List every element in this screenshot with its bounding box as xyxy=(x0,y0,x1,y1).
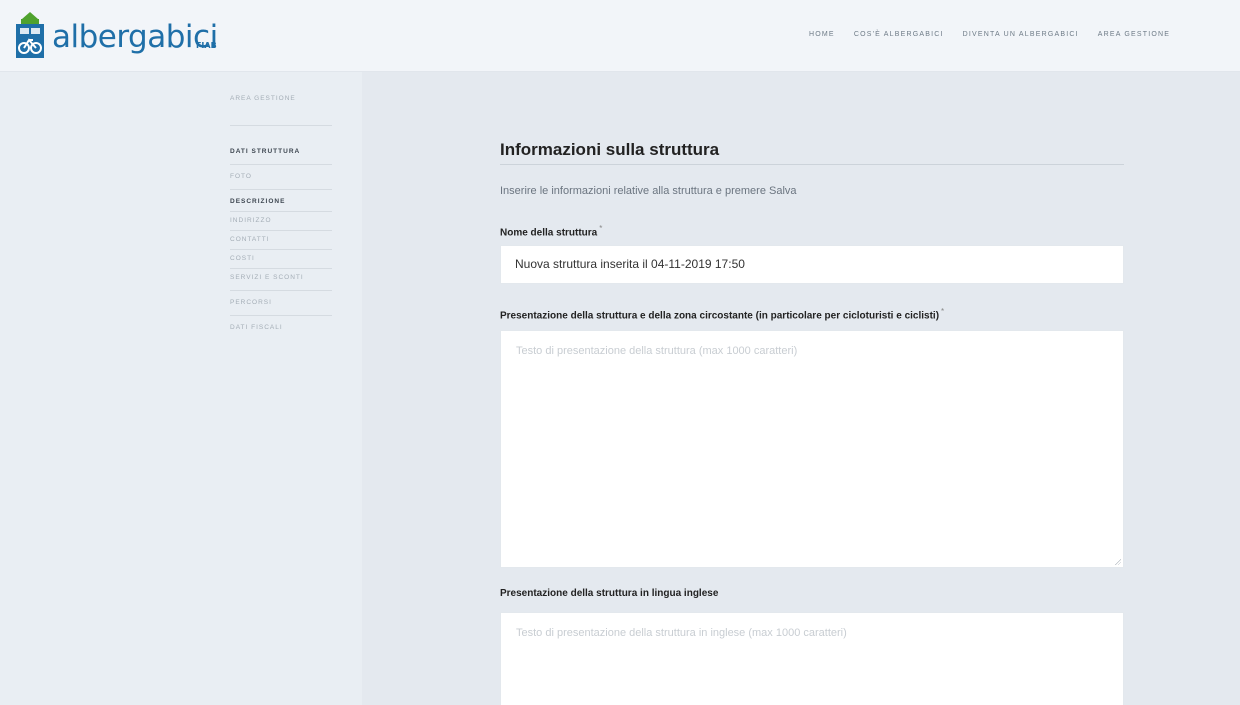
required-marker: * xyxy=(941,307,945,316)
title-divider xyxy=(500,164,1124,165)
brand-logo[interactable]: albergabici FIAB xyxy=(13,12,218,62)
brand-name-text: albergabici xyxy=(52,19,218,55)
sidebar-divider xyxy=(230,315,332,316)
sidebar-divider xyxy=(230,268,332,269)
sidebar-item-indirizzo[interactable]: INDIRIZZO xyxy=(230,216,332,226)
sidebar-divider xyxy=(230,189,332,190)
sidebar-item-foto[interactable]: FOTO xyxy=(230,172,332,182)
intro-text: Inserire le informazioni relative alla s… xyxy=(500,185,797,197)
resize-handle-icon[interactable] xyxy=(1114,558,1121,565)
sidebar: AREA GESTIONE DATI STRUTTURA FOTO DESCRI… xyxy=(0,72,362,705)
structure-name-input[interactable]: Nuova struttura inserita il 04-11-2019 1… xyxy=(500,245,1124,284)
page-title: Informazioni sulla struttura xyxy=(500,140,720,159)
sidebar-divider xyxy=(230,125,332,126)
sidebar-item-area-gestione[interactable]: AREA GESTIONE xyxy=(230,94,332,104)
name-field-label-text: Nome della struttura xyxy=(500,227,598,239)
sidebar-item-percorsi[interactable]: PERCORSI xyxy=(230,298,332,308)
site-header: albergabici FIAB HOME COS'È ALBERGABICI … xyxy=(0,0,1240,72)
nav-area-gestione[interactable]: AREA GESTIONE xyxy=(1098,31,1170,38)
nav-home[interactable]: HOME xyxy=(809,31,835,38)
presentation-en-field-label: Presentazione della struttura in lingua … xyxy=(500,588,719,599)
sidebar-item-servizi-sconti[interactable]: SERVIZI E SCONTI xyxy=(230,273,310,283)
main-content: Informazioni sulla struttura Inserire le… xyxy=(362,72,1240,705)
sidebar-item-dati-struttura[interactable]: DATI STRUTTURA xyxy=(230,147,310,157)
presentation-en-textarea[interactable]: Testo di presentazione della struttura i… xyxy=(500,612,1124,705)
nav-about[interactable]: COS'È ALBERGABICI xyxy=(854,31,944,38)
presentation-textarea[interactable]: Testo di presentazione della struttura (… xyxy=(500,330,1124,568)
presentation-field-label: Presentazione della struttura e della zo… xyxy=(500,307,944,321)
brand-name: albergabici FIAB xyxy=(52,19,218,55)
sidebar-divider xyxy=(230,230,332,231)
required-marker: * xyxy=(599,224,603,233)
sidebar-menu: AREA GESTIONE DATI STRUTTURA FOTO DESCRI… xyxy=(230,94,332,333)
sidebar-item-dati-fiscali[interactable]: DATI FISCALI xyxy=(230,323,332,333)
sidebar-item-contatti[interactable]: CONTATTI xyxy=(230,235,332,245)
presentation-field-label-text: Presentazione della struttura e della zo… xyxy=(500,310,940,322)
sidebar-item-costi[interactable]: COSTI xyxy=(230,254,332,264)
sidebar-divider xyxy=(230,249,332,250)
brand-sub: FIAB xyxy=(195,41,217,50)
sidebar-item-descrizione[interactable]: DESCRIZIONE xyxy=(230,197,332,207)
name-field-label: Nome della struttura * xyxy=(500,224,602,238)
sidebar-divider xyxy=(230,211,332,212)
presentation-placeholder: Testo di presentazione della struttura (… xyxy=(516,345,798,357)
presentation-en-placeholder: Testo di presentazione della struttura i… xyxy=(516,627,847,639)
sidebar-divider xyxy=(230,290,332,291)
main-nav: HOME COS'È ALBERGABICI DIVENTA UN ALBERG… xyxy=(809,31,1189,38)
hotel-bike-logo-icon xyxy=(16,12,44,58)
sidebar-divider xyxy=(230,164,332,165)
nav-become[interactable]: DIVENTA UN ALBERGABICI xyxy=(963,31,1079,38)
